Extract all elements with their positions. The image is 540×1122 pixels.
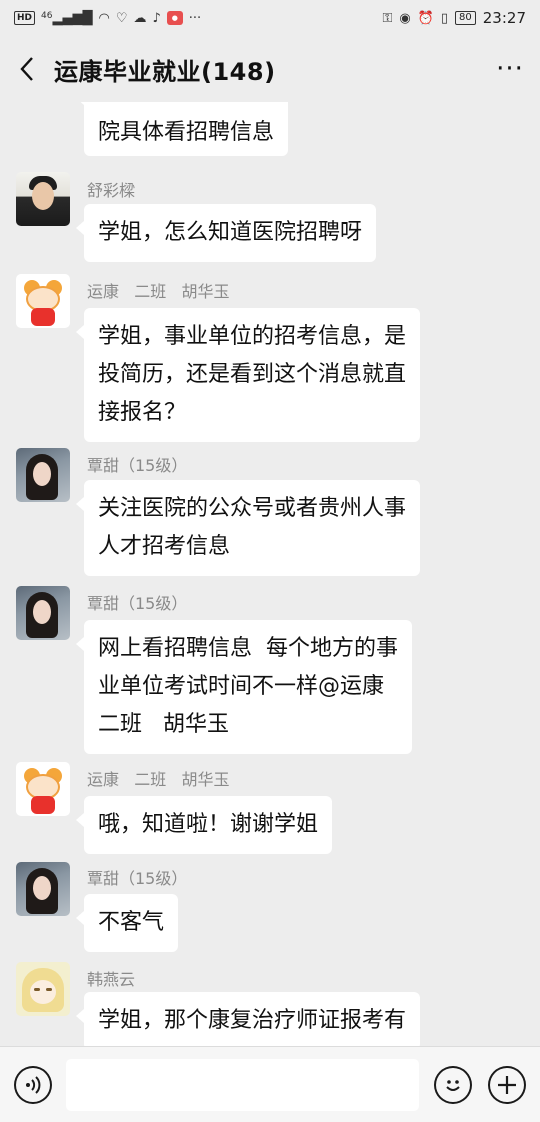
message-line: 学姐，怎么知道医院招聘呀 — [98, 220, 363, 245]
vibrate-icon: ▯ — [440, 10, 449, 26]
chat-header: 运康毕业就业(148) ··· — [0, 36, 540, 102]
sender-name: 舒彩樑 — [87, 181, 136, 200]
message-bubble[interactable]: 学姐，事业单位的招考信息，是 投简历，还是看到这个消息就直 接报名？ — [75, 308, 421, 442]
message-line: 投简历，还是看到这个消息就直 — [98, 362, 407, 387]
message-line: 人才招考信息 — [98, 534, 231, 559]
emoji-button[interactable] — [434, 1065, 473, 1104]
status-bar: HD 46▂▄▆█ ◠ ♡ ☁ ♪ ● ··· ⚿ ◉ ⏰ ▯ 80 23:27 — [0, 0, 540, 36]
app-badge-icon: ● — [166, 11, 183, 25]
avatar[interactable] — [16, 172, 70, 226]
message-bubble[interactable]: 不客气 — [75, 894, 179, 952]
avatar[interactable] — [16, 862, 70, 916]
message-line: 不客气 — [98, 910, 165, 935]
alarm-icon: ⏰ — [417, 10, 434, 26]
status-time: 23:27 — [482, 9, 526, 27]
sender-name: 覃甜（15级） — [87, 869, 188, 888]
message-line: 二班 胡华玉 — [98, 712, 229, 737]
battery-icon: 80 — [455, 11, 476, 25]
message-bubble[interactable]: 哦，知道啦！谢谢学姐 — [75, 796, 333, 854]
message-line: 网上看招聘信息 每个地方的事 — [98, 636, 398, 661]
message-bubble[interactable]: 关注医院的公众号或者贵州人事 人才招考信息 — [75, 480, 421, 576]
avatar[interactable] — [16, 448, 70, 502]
sender-name: 运康 二班 胡华玉 — [87, 282, 230, 301]
more-dots-icon: ··· — [188, 10, 202, 26]
cloud-icon: ☁ — [133, 10, 147, 26]
back-button[interactable] — [0, 36, 54, 102]
more-options-button[interactable]: ··· — [480, 36, 540, 102]
message-line: 学姐，那个康复治疗师证报考有 — [98, 1008, 407, 1033]
signal-4g-icon: 46▂▄▆█ — [41, 10, 93, 26]
avatar[interactable] — [16, 762, 70, 816]
status-left-icons: HD 46▂▄▆█ ◠ ♡ ☁ ♪ ● ··· — [14, 11, 201, 25]
notification-bell-icon: ♪ — [152, 10, 161, 26]
chat-message-list[interactable]: 院具体看招聘信息 舒彩樑 学姐，怎么知道医院招聘呀 运康 二班 胡华玉 学姐，事… — [0, 102, 540, 1046]
message-bubble[interactable]: 学姐，那个康复治疗师证报考有 — [75, 992, 421, 1046]
wifi-icon: ◠ — [98, 10, 110, 26]
more-dots-icon: ··· — [496, 54, 524, 84]
message-line: 学姐，事业单位的招考信息，是 — [98, 324, 407, 349]
message-line: 院具体看招聘信息 — [98, 120, 275, 145]
emoji-icon — [446, 1079, 461, 1091]
message-bubble[interactable]: 院具体看招聘信息 — [75, 102, 289, 156]
message-line: 关注医院的公众号或者贵州人事 — [98, 496, 407, 521]
message-line: 接报名？ — [98, 400, 187, 425]
key-icon: ⚿ — [382, 10, 393, 26]
message-line: 哦，知道啦！谢谢学姐 — [98, 812, 319, 837]
plus-icon — [498, 1075, 517, 1094]
message-bubble[interactable]: 网上看招聘信息 每个地方的事 业单位考试时间不一样@运康 二班 胡华玉 — [76, 620, 412, 754]
heart-rate-icon: ♡ — [115, 10, 128, 26]
message-input-bar — [0, 1046, 540, 1122]
message-line: 业单位考试时间不一样@运康 — [98, 674, 385, 699]
voice-icon — [25, 1075, 41, 1094]
sender-name: 运康 二班 胡华玉 — [87, 770, 230, 789]
avatar[interactable] — [16, 962, 70, 1016]
avatar[interactable] — [16, 586, 70, 640]
message-bubble[interactable]: 学姐，怎么知道医院招聘呀 — [75, 204, 377, 262]
sender-name: 覃甜（15级） — [87, 594, 188, 613]
hd-icon: HD — [14, 11, 36, 25]
sender-name: 韩燕云 — [87, 970, 136, 989]
eye-icon: ◉ — [399, 10, 411, 26]
chevron-left-icon — [20, 57, 33, 81]
chat-title: 运康毕业就业(148) — [54, 57, 276, 86]
avatar[interactable] — [16, 274, 70, 328]
voice-button[interactable] — [14, 1065, 52, 1104]
sender-name: 覃甜（15级） — [87, 456, 188, 475]
status-right-icons: ⚿ ◉ ⏰ ▯ 80 23:27 — [382, 9, 526, 27]
message-input[interactable] — [65, 1058, 420, 1111]
plus-button[interactable] — [488, 1065, 526, 1104]
